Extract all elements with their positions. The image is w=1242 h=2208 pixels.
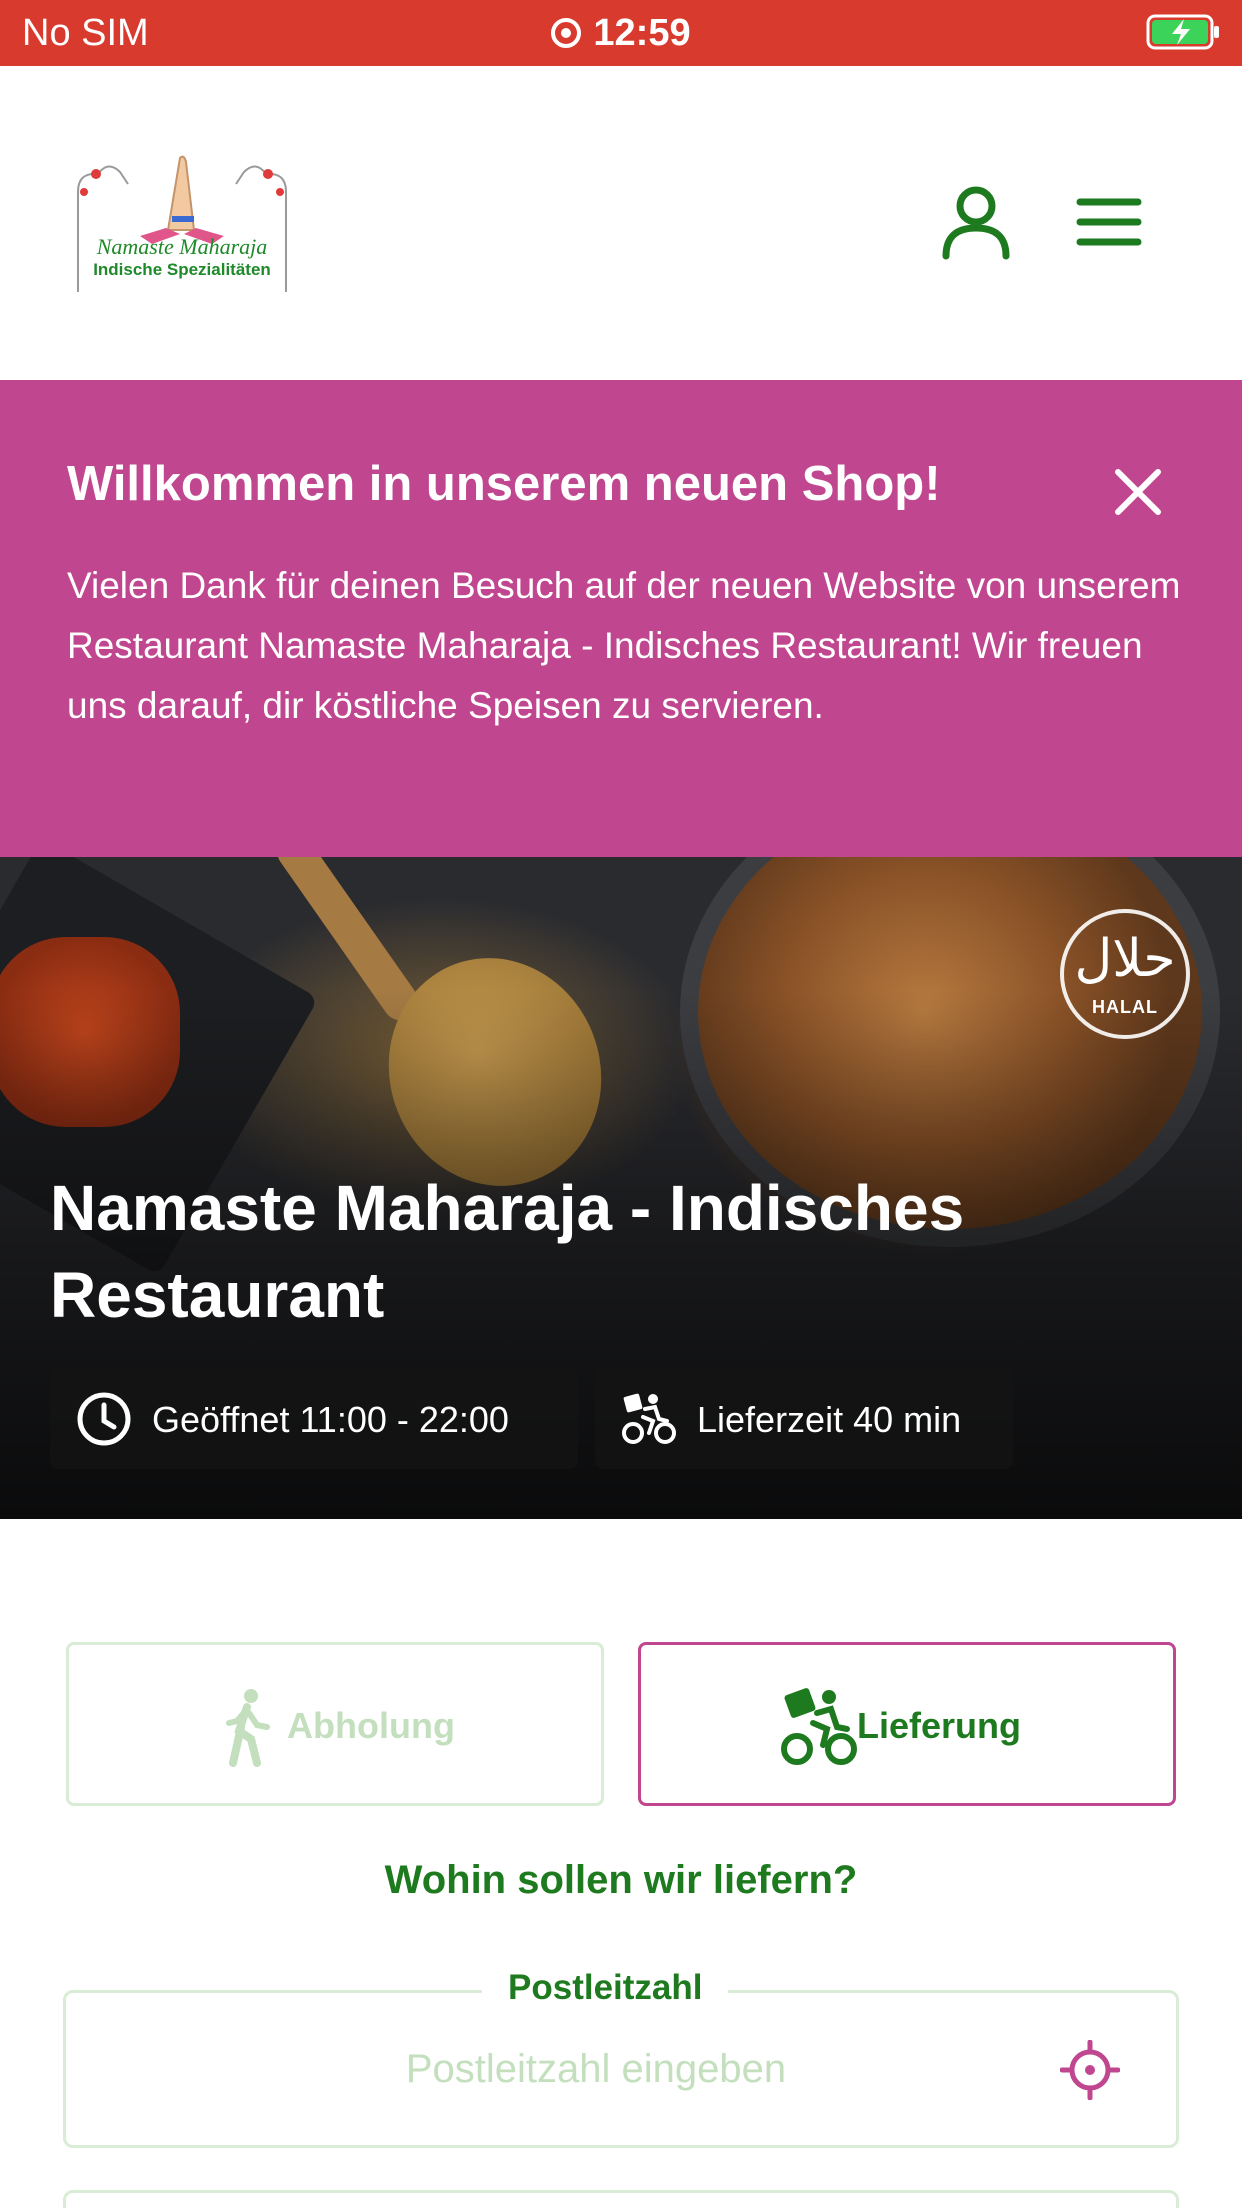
logo-name: Namaste Maharaja <box>96 234 268 259</box>
close-icon[interactable] <box>1108 462 1168 522</box>
delivery-time-chip: Lieferzeit 40 min <box>595 1367 1013 1469</box>
app-header: Namaste Maharaja Indische Spezialitäten <box>0 66 1242 380</box>
restaurant-name: Namaste Maharaja - Indisches Restaurant <box>50 1172 965 1331</box>
status-bar: No SIM 12:59 <box>0 0 1242 66</box>
pickup-label: Abholung <box>287 1705 455 1746</box>
restaurant-logo[interactable]: Namaste Maharaja Indische Spezialitäten <box>68 152 296 292</box>
opening-hours: Geöffnet 11:00 - 22:00 <box>152 1399 509 1440</box>
battery-charging-icon <box>1146 14 1219 50</box>
bike-delivery-icon <box>781 1688 857 1765</box>
hamburger-menu-icon[interactable] <box>1076 196 1142 248</box>
postal-code-field <box>63 1990 1179 2148</box>
clock-time: 12:59 <box>593 12 691 54</box>
bike-courier-icon <box>622 1393 676 1444</box>
user-icon[interactable] <box>940 184 1012 260</box>
pickup-button[interactable]: Abholung <box>66 1642 604 1806</box>
halal-label: HALAL <box>1092 997 1158 1017</box>
halal-arabic: حلال <box>1074 929 1176 989</box>
next-field-partial <box>63 2190 1179 2208</box>
halal-badge: حلال HALAL <box>1060 909 1190 1039</box>
walking-icon <box>226 1689 270 1767</box>
status-clock: 12:59 <box>0 12 1242 55</box>
banner-text: Vielen Dank für deinen Besuch auf der ne… <box>67 565 1181 726</box>
postal-code-label: Postleitzahl <box>482 1968 729 2008</box>
welcome-banner: Willkommen in unserem neuen Shop! Vielen… <box>0 380 1242 857</box>
postal-code-input[interactable] <box>96 2033 1096 2105</box>
delivery-label: Lieferung <box>857 1705 1022 1746</box>
clock-icon <box>77 1392 131 1446</box>
banner-title: Willkommen in unserem neuen Shop! <box>67 457 941 511</box>
opening-hours-chip: Geöffnet 11:00 - 22:00 <box>50 1367 578 1469</box>
delivery-time: Lieferzeit 40 min <box>697 1399 962 1440</box>
delivery-button[interactable]: Lieferung <box>638 1642 1176 1806</box>
locate-crosshair-icon[interactable] <box>1060 2040 1120 2100</box>
logo-subtitle: Indische Spezialitäten <box>93 260 271 279</box>
restaurant-hero: حلال HALAL Namaste Maharaja - Indisches … <box>0 857 1242 1519</box>
screen-recording-icon <box>551 18 582 48</box>
delivery-question: Wohin sollen wir liefern? <box>384 1858 858 1902</box>
